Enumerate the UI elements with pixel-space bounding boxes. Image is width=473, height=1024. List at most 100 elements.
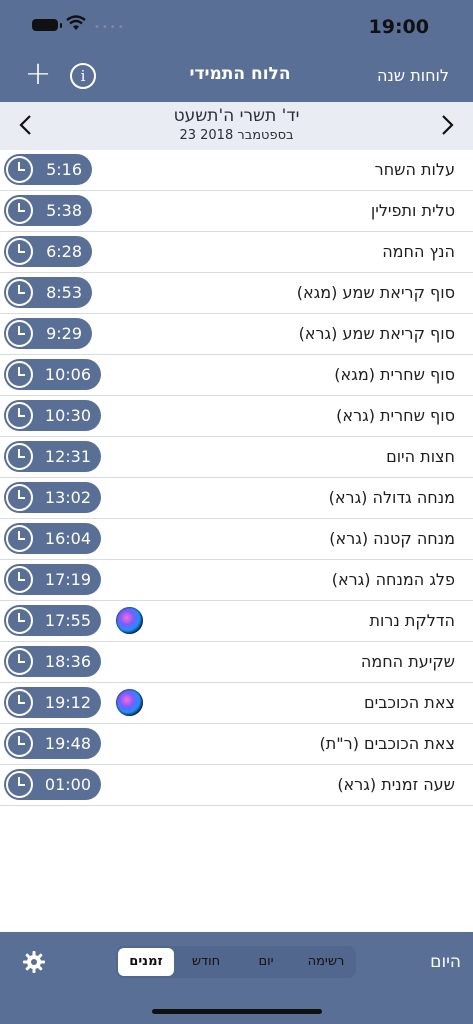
- list-item[interactable]: 5:16 עלות השחר: [0, 150, 473, 191]
- list-item[interactable]: 19:12 צאת הכוכבים: [0, 683, 473, 724]
- clock-icon: [6, 402, 33, 429]
- hebrew-date: יד' תשרי ה'תשעט: [173, 106, 300, 126]
- list-item[interactable]: 12:31 חצות היום: [0, 437, 473, 478]
- time-button[interactable]: 10:30: [4, 400, 101, 431]
- clock-icon: [6, 566, 33, 593]
- date-bar: יד' תשרי ה'תשעט 23 בספטמבר 2018: [0, 102, 473, 150]
- zman-label: סוף קריאת שמע (מגא): [296, 283, 455, 302]
- time-button[interactable]: 5:16: [4, 154, 92, 185]
- zman-label: מנחה גדולה (גרא): [328, 488, 455, 507]
- time-value: 10:30: [44, 406, 91, 425]
- clock-icon: [6, 771, 33, 798]
- time-value: 13:02: [44, 488, 91, 507]
- time-value: 19:12: [44, 693, 91, 712]
- segment-zmanim[interactable]: זמנים: [118, 948, 174, 976]
- time-button[interactable]: 17:55: [4, 605, 101, 636]
- time-value: 19:48: [44, 734, 91, 753]
- zmanim-list: 5:16 עלות השחר 5:38 טלית ותפילין 6:28 הנ…: [0, 150, 473, 806]
- time-button[interactable]: 19:48: [4, 728, 101, 759]
- page-title: הלוח התמידי: [189, 64, 291, 84]
- gear-icon[interactable]: [22, 950, 46, 974]
- list-item[interactable]: 5:38 טלית ותפילין: [0, 191, 473, 232]
- time-button[interactable]: 19:12: [4, 687, 101, 718]
- clock-icon: [6, 238, 33, 265]
- time-value: 6:28: [46, 242, 82, 261]
- signal-dots-icon: ••••: [94, 22, 126, 33]
- list-item[interactable]: 19:48 צאת הכוכבים (ר"ת): [0, 724, 473, 765]
- clock-icon: [6, 361, 33, 388]
- list-item[interactable]: 01:00 שעה זמנית (גרא): [0, 765, 473, 806]
- time-value: 9:29: [46, 324, 82, 343]
- list-item[interactable]: 13:02 מנחה גדולה (גרא): [0, 478, 473, 519]
- list-item[interactable]: 17:55 הדלקת נרות: [0, 601, 473, 642]
- list-item[interactable]: 6:28 הנץ החמה: [0, 232, 473, 273]
- zman-label: סוף שחרית (מגא): [334, 365, 455, 384]
- clock-icon: [6, 320, 33, 347]
- segment-day[interactable]: יום: [238, 948, 294, 976]
- clock-icon: [6, 279, 33, 306]
- zman-label: הדלקת נרות: [369, 611, 455, 630]
- battery-icon: [32, 19, 62, 31]
- home-indicator: [152, 1009, 322, 1014]
- zman-label: סוף קריאת שמע (גרא): [298, 324, 455, 343]
- time-button[interactable]: 17:19: [4, 564, 101, 595]
- list-item[interactable]: 18:36 שקיעת החמה: [0, 642, 473, 683]
- chevron-left-icon[interactable]: [18, 114, 32, 136]
- zman-label: פלג המנחה (גרא): [331, 570, 455, 589]
- clock-icon: [6, 648, 33, 675]
- list-item[interactable]: 16:04 מנחה קטנה (גרא): [0, 519, 473, 560]
- clock-icon: [6, 689, 33, 716]
- zman-label: שעה זמנית (גרא): [337, 775, 455, 794]
- list-item[interactable]: 8:53 סוף קריאת שמע (מגא): [0, 273, 473, 314]
- zman-label: הנץ החמה: [382, 242, 455, 261]
- top-bar: •••• 19:00 + i הלוח התמידי לוחות שנה יד'…: [0, 0, 473, 150]
- clock-icon: [6, 156, 33, 183]
- siri-icon[interactable]: [116, 689, 143, 716]
- info-button[interactable]: i: [70, 63, 96, 89]
- civil-date: 23 בספטמבר 2018: [179, 128, 294, 143]
- time-value: 17:19: [44, 570, 91, 589]
- time-button[interactable]: 13:02: [4, 482, 101, 513]
- time-button[interactable]: 5:38: [4, 195, 92, 226]
- zman-label: טלית ותפילין: [370, 201, 455, 220]
- clock-icon: [6, 197, 33, 224]
- view-segmented-control: זמנים חודש יום רשימה: [116, 946, 356, 978]
- time-value: 5:38: [46, 201, 82, 220]
- today-button[interactable]: היום: [430, 952, 461, 972]
- clock-icon: [6, 443, 33, 470]
- time-button[interactable]: 10:06: [4, 359, 101, 390]
- time-button[interactable]: 18:36: [4, 646, 101, 677]
- zman-label: צאת הכוכבים (ר"ת): [319, 734, 455, 753]
- clock-icon: [6, 484, 33, 511]
- list-item[interactable]: 17:19 פלג המנחה (גרא): [0, 560, 473, 601]
- segment-list[interactable]: רשימה: [298, 948, 354, 976]
- list-item[interactable]: 9:29 סוף קריאת שמע (גרא): [0, 314, 473, 355]
- zman-label: צאת הכוכבים: [364, 693, 455, 712]
- clock-icon: [6, 525, 33, 552]
- wifi-icon: [66, 15, 86, 30]
- time-value: 01:00: [44, 775, 91, 794]
- add-button[interactable]: +: [24, 57, 52, 89]
- chevron-right-icon[interactable]: [441, 114, 455, 136]
- segment-month[interactable]: חודש: [178, 948, 234, 976]
- calendars-link[interactable]: לוחות שנה: [377, 66, 449, 85]
- time-button[interactable]: 9:29: [4, 318, 92, 349]
- time-value: 5:16: [46, 160, 82, 179]
- time-value: 17:55: [44, 611, 91, 630]
- siri-icon[interactable]: [116, 607, 143, 634]
- time-button[interactable]: 16:04: [4, 523, 101, 554]
- list-item[interactable]: 10:06 סוף שחרית (מגא): [0, 355, 473, 396]
- time-button[interactable]: 01:00: [4, 769, 101, 800]
- time-button[interactable]: 12:31: [4, 441, 101, 472]
- clock-icon: [6, 730, 33, 757]
- time-button[interactable]: 8:53: [4, 277, 92, 308]
- time-value: 12:31: [44, 447, 91, 466]
- time-value: 16:04: [44, 529, 91, 548]
- time-value: 10:06: [44, 365, 91, 384]
- zman-label: חצות היום: [386, 447, 455, 466]
- zman-label: סוף שחרית (גרא): [336, 406, 455, 425]
- clock-icon: [6, 607, 33, 634]
- status-time: 19:00: [368, 16, 429, 38]
- time-button[interactable]: 6:28: [4, 236, 92, 267]
- list-item[interactable]: 10:30 סוף שחרית (גרא): [0, 396, 473, 437]
